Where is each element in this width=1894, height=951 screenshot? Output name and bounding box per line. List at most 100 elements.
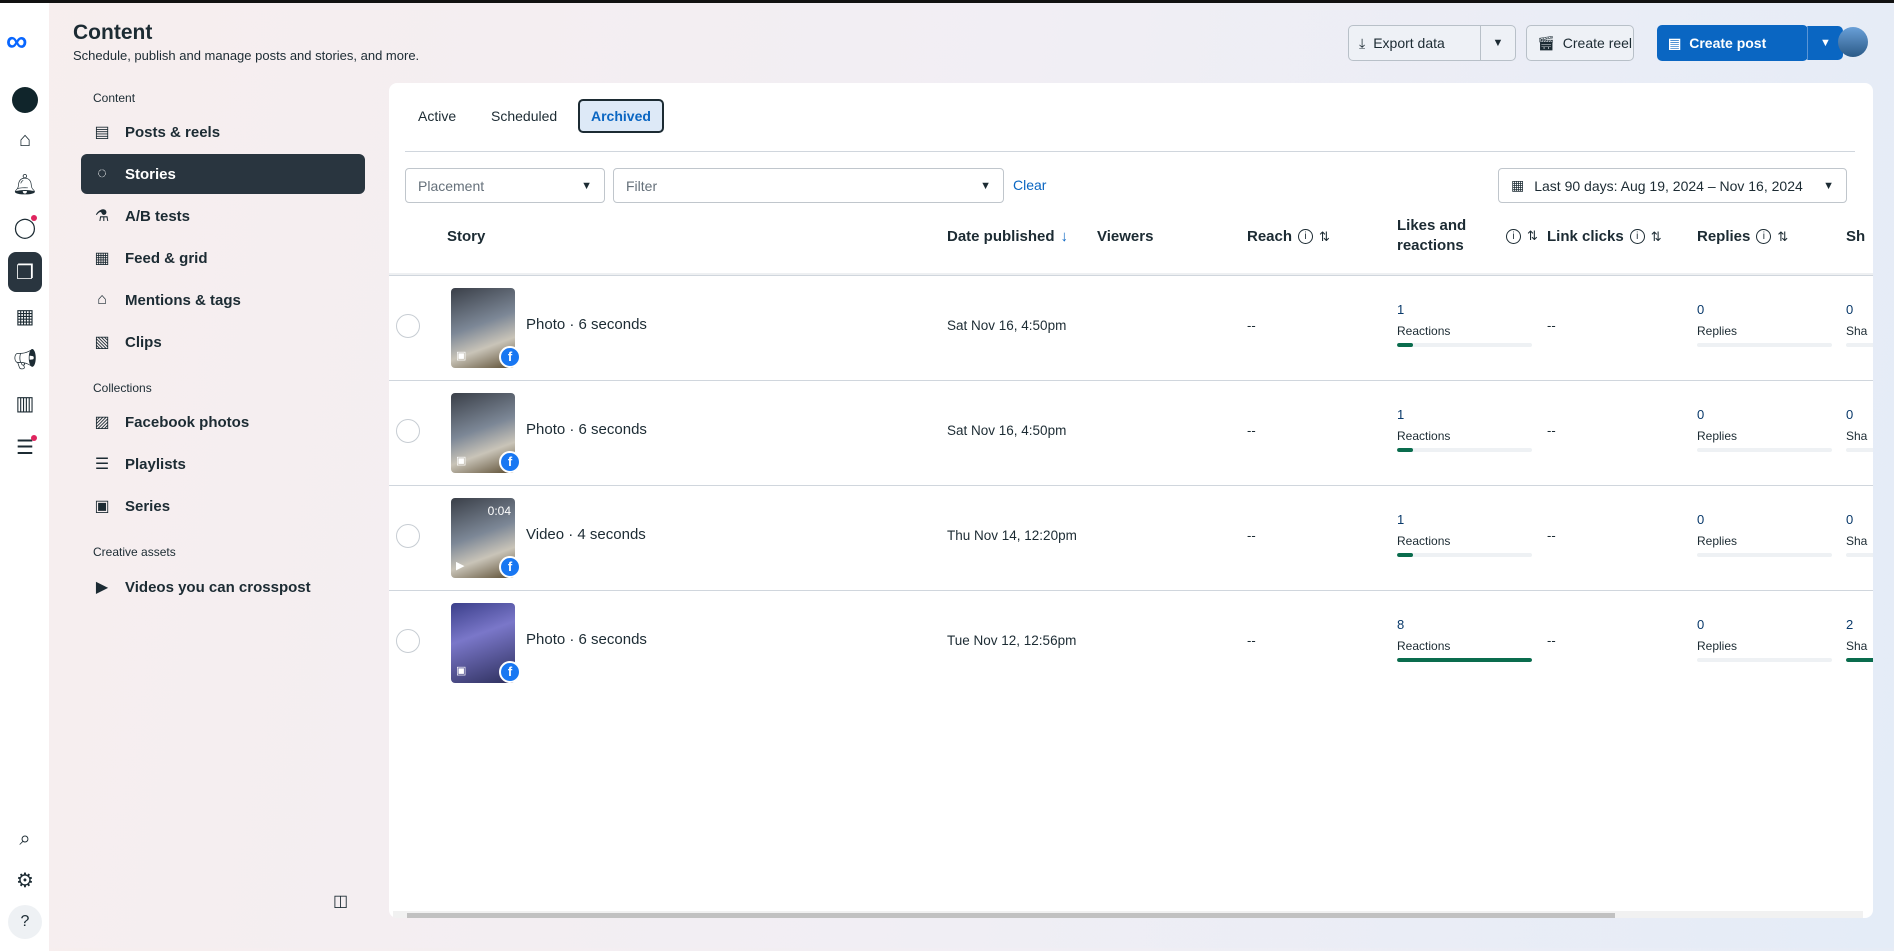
table-row[interactable]: ▣ f Photo · 6 seconds Sat Nov 16, 4:50pm… — [389, 275, 1873, 380]
search-icon[interactable]: ⌕ — [8, 822, 42, 856]
nav-item-a-b-tests[interactable]: ⚗ A/B tests — [81, 196, 365, 236]
export-dropdown[interactable]: ▼ — [1480, 26, 1515, 60]
col-reach[interactable]: Reach i ⇅ — [1247, 228, 1330, 245]
account-avatar[interactable] — [8, 83, 42, 117]
create-post-button[interactable]: ▤ Create post ▼ — [1657, 25, 1843, 61]
row-checkbox[interactable] — [396, 629, 420, 653]
nav-item-label: Clips — [125, 333, 162, 351]
row-checkbox[interactable] — [396, 314, 420, 338]
insights-icon[interactable]: ▥ — [8, 386, 42, 420]
sort-icon[interactable]: ⇅ — [1527, 228, 1538, 244]
tab-archived[interactable]: Archived — [578, 99, 664, 133]
shares-label: Sha — [1846, 324, 1868, 338]
replies-metric: 0 Replies — [1697, 512, 1832, 557]
reactions-bar — [1397, 448, 1532, 452]
home-icon[interactable]: ⌂ — [8, 123, 42, 157]
col-date[interactable]: Date published ↓ — [947, 228, 1068, 245]
gear-icon[interactable]: ⚙ — [8, 863, 42, 897]
nav-item-facebook-photos[interactable]: ▨ Facebook photos — [81, 402, 365, 442]
date-range-select[interactable]: ▦ Last 90 days: Aug 19, 2024 – Nov 16, 20… — [1498, 168, 1847, 203]
row-checkbox[interactable] — [396, 524, 420, 548]
col-story: Story — [447, 228, 485, 245]
chevron-down-icon: ▼ — [980, 179, 991, 192]
shares-bar — [1846, 343, 1873, 347]
export-label: Export data — [1373, 35, 1445, 51]
table-row[interactable]: 0:04 ▶ f Video · 4 seconds Thu Nov 14, 1… — [389, 485, 1873, 590]
nav-item-feed-grid[interactable]: ▦ Feed & grid — [81, 238, 365, 278]
date-published: Tue Nov 12, 12:56pm — [947, 633, 1077, 648]
chat-icon[interactable]: ◯ — [8, 210, 42, 244]
profile-avatar[interactable] — [1838, 27, 1868, 57]
tab-scheduled[interactable]: Scheduled — [480, 99, 568, 133]
meta-logo[interactable]: ∞ — [6, 25, 27, 59]
replies-value: 0 — [1697, 617, 1705, 632]
shares-label: Sha — [1846, 429, 1868, 443]
bell-icon[interactable]: 🔔︎ — [8, 167, 42, 201]
col-story-label: Story — [447, 228, 486, 245]
story-type[interactable]: Photo · 6 seconds — [526, 421, 647, 438]
filter-select[interactable]: Filter ▼ — [613, 168, 1004, 203]
nav-item-series[interactable]: ▣ Series — [81, 486, 365, 526]
replies-value: 0 — [1697, 302, 1705, 317]
table-row[interactable]: ▣ f Photo · 6 seconds Tue Nov 12, 12:56p… — [389, 590, 1873, 695]
replies-bar — [1697, 658, 1832, 662]
menu-icon[interactable]: ☰ — [8, 430, 42, 464]
content-icon[interactable]: ❐ — [8, 252, 42, 292]
nav-item-mentions-tags[interactable]: ⌂ Mentions & tags — [81, 280, 365, 320]
col-link-clicks-label: Link clicks — [1547, 228, 1624, 245]
collapse-sidebar-icon[interactable]: ◫ — [333, 891, 348, 911]
scrollbar-thumb[interactable] — [407, 913, 1615, 918]
row-checkbox[interactable] — [396, 419, 420, 443]
reactions-metric: 1 Reactions — [1397, 407, 1532, 452]
date-range-label: Last 90 days: Aug 19, 2024 – Nov 16, 202… — [1534, 177, 1803, 194]
sort-icon[interactable]: ⇅ — [1319, 229, 1330, 245]
replies-value: 0 — [1697, 407, 1705, 422]
reactions-label: Reactions — [1397, 429, 1451, 443]
placement-select[interactable]: Placement ▼ — [405, 168, 605, 203]
nav-item-clips[interactable]: ▧ Clips — [81, 322, 365, 362]
story-type[interactable]: Photo · 6 seconds — [526, 316, 647, 333]
stories-icon: ◌ — [97, 165, 107, 182]
nav-item-posts-reels[interactable]: ▤ Posts & reels — [81, 112, 365, 152]
divider — [405, 151, 1855, 152]
nav-item-videos-you-can-crosspost[interactable]: ▶ Videos you can crosspost — [81, 567, 365, 607]
shares-value: 0 — [1846, 302, 1854, 317]
shares-label: Sha — [1846, 639, 1868, 653]
replies-value: 0 — [1697, 512, 1705, 527]
table-icon[interactable]: ▦ — [8, 299, 42, 333]
reactions-metric: 1 Reactions — [1397, 302, 1532, 347]
tab-active[interactable]: Active — [407, 99, 467, 133]
info-icon[interactable]: i — [1629, 229, 1645, 244]
reactions-value: 1 — [1397, 407, 1405, 422]
nav-section-content: Content — [93, 91, 136, 105]
story-type[interactable]: Video · 4 seconds — [526, 526, 646, 543]
col-link-clicks[interactable]: Link clicks i ⇅ — [1547, 228, 1662, 245]
reactions-metric: 1 Reactions — [1397, 512, 1532, 557]
feed-icon: ▦ — [94, 250, 110, 267]
megaphone-icon[interactable]: 📢︎ — [8, 342, 42, 376]
help-icon[interactable]: ? — [8, 905, 42, 939]
story-type[interactable]: Photo · 6 seconds — [526, 631, 647, 648]
sort-icon[interactable]: ⇅ — [1651, 229, 1662, 245]
info-icon[interactable]: i — [1506, 228, 1521, 244]
facebook-icon: f — [499, 451, 521, 473]
shares-label: Sha — [1846, 534, 1868, 548]
date-published: Sat Nov 16, 4:50pm — [947, 318, 1067, 333]
left-rail: ∞ ⌂ 🔔︎ ◯ ❐ ▦ 📢︎ ▥ ☰ ⌕ ⚙ ? — [0, 3, 49, 951]
nav-item-playlists[interactable]: ☰ Playlists — [81, 444, 365, 484]
table-row[interactable]: ▣ f Photo · 6 seconds Sat Nov 16, 4:50pm… — [389, 380, 1873, 485]
col-viewers-label: Viewers — [1097, 228, 1154, 245]
nav-item-stories[interactable]: ◌ Stories — [81, 154, 365, 194]
sort-icon[interactable]: ⇅ — [1777, 229, 1788, 245]
col-likes[interactable]: Likes and reactions i ⇅ — [1397, 216, 1538, 256]
clear-link[interactable]: Clear — [1013, 177, 1046, 193]
info-icon[interactable]: i — [1298, 229, 1314, 244]
export-data-button[interactable]: ⤓ Export data ▼ — [1348, 25, 1516, 61]
create-reel-button[interactable]: 🎬︎ Create reel — [1526, 25, 1634, 61]
placement-label: Placement — [418, 177, 485, 194]
col-replies[interactable]: Replies i ⇅ — [1697, 228, 1788, 245]
facebook-icon: f — [499, 661, 521, 683]
photo-icon: ▣ — [456, 455, 467, 467]
info-icon[interactable]: i — [1756, 229, 1772, 244]
horizontal-scrollbar[interactable] — [393, 911, 1863, 918]
